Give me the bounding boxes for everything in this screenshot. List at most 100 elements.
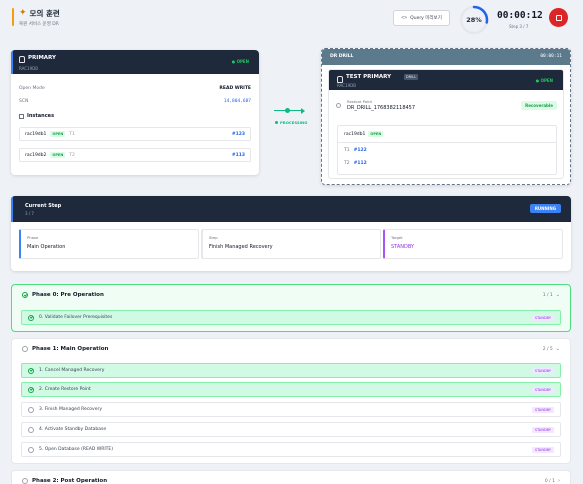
scn-row: SCN 14,804,687 — [19, 99, 251, 104]
query-preview-label: Query 미리보기 — [410, 16, 442, 21]
chevron-right-icon[interactable]: › — [558, 478, 560, 484]
dr-drill-label: DR DRILL — [330, 54, 354, 59]
thread-label: T2 — [344, 161, 350, 166]
phase-title: Phase 0: Pre Operation — [32, 292, 104, 298]
test-primary-card: TEST PRIMARY DRILL RAC19DB ● OPEN Restor… — [328, 69, 564, 179]
status-dot — [275, 121, 278, 124]
sparkle-icon: ✦ — [19, 8, 27, 18]
dr-instance-header: rac19db1 OPEN — [344, 131, 384, 137]
phase-title: Phase 2: Post Operation — [32, 478, 108, 484]
stop-icon — [555, 14, 562, 21]
step-detail-label: Step — [209, 235, 218, 240]
dr-thread-row: T1 #122 — [344, 148, 367, 153]
progress-ring: 28% — [458, 4, 490, 36]
phase-detail-label: Phase — [27, 235, 39, 240]
progress-percent: 28% — [466, 16, 482, 24]
test-primary-status: ● OPEN — [535, 78, 553, 83]
instance-row: rac19db1 OPEN T1 #123 — [19, 127, 251, 141]
task-label: 3. Finish Managed Recovery — [39, 407, 102, 412]
phase-title: Phase 1: Main Operation — [32, 346, 109, 352]
phase-count: 0 / 1 › — [545, 478, 560, 484]
target-detail-value: STANDBY — [391, 244, 415, 250]
arrow-right-icon — [301, 108, 305, 114]
instance-status: OPEN — [50, 131, 66, 137]
open-mode-row: Open Mode READ WRITE — [19, 86, 251, 91]
connector-dot — [285, 108, 290, 113]
chevron-down-icon[interactable]: ⌄ — [556, 292, 560, 298]
phase-2-section[interactable]: Phase 2: Post Operation 0 / 1 › — [11, 470, 571, 484]
thread-sequence: #112 — [353, 161, 367, 166]
circle-icon — [28, 446, 34, 453]
task-item[interactable]: 1. Cancel Managed Recovery STANDBY — [21, 363, 561, 378]
check-circle-icon — [28, 314, 34, 321]
phase-count-value: 2 / 5 — [542, 347, 553, 352]
task-label: 4. Activate Standby Database — [39, 427, 107, 432]
title-block: ✦ 모의 훈련 복원 서비스 운영 DR — [19, 8, 60, 28]
phase-count-value: 1 / 1 — [542, 293, 553, 298]
title-accent-bar — [12, 8, 14, 26]
instance-thread: T2 — [69, 152, 75, 158]
restore-point-radio[interactable] — [336, 103, 341, 108]
dr-thread-row: T2 #112 — [344, 161, 367, 166]
dr-instance-box: rac19db1 OPEN T1 #122 T2 #112 — [337, 125, 557, 175]
current-step-details: Phase Main Operation Step Finish Managed… — [19, 229, 563, 259]
instance-thread: T1 — [69, 131, 75, 137]
task-item[interactable]: 3. Finish Managed Recovery STANDBY — [21, 402, 561, 417]
circle-icon — [22, 478, 28, 484]
target-detail: Target STANDBY — [383, 229, 563, 259]
check-circle-icon — [22, 292, 28, 298]
dr-drill-header: DR DRILL 00:00:11 — [322, 49, 570, 65]
open-mode-value: READ WRITE — [219, 86, 251, 91]
grid-icon — [19, 113, 24, 119]
primary-card-header: PRIMARY RAC19DB ● OPEN — [11, 50, 259, 74]
phase-detail: Phase Main Operation — [19, 229, 199, 259]
circle-icon — [22, 346, 28, 352]
phase-header: Phase 2: Post Operation — [22, 478, 107, 484]
task-target-tag: STANDBY — [531, 406, 554, 413]
task-item[interactable]: 2. Create Restore Point STANDBY — [21, 382, 561, 397]
current-step-header: Current Step 3 / 7 RUNNING — [11, 196, 571, 222]
page-title: 모의 훈련 — [29, 9, 60, 18]
scn-label: SCN — [19, 99, 29, 104]
phase-header: Phase 1: Main Operation — [22, 346, 108, 352]
test-primary-name: TEST PRIMARY — [346, 74, 392, 80]
primary-db-card: PRIMARY RAC19DB ● OPEN Open Mode READ WR… — [11, 50, 259, 175]
circle-icon — [28, 406, 34, 413]
stop-button[interactable] — [549, 8, 568, 27]
task-label: 5. Open Database (READ WRITE) — [39, 447, 114, 452]
phase-count: 2 / 5 ⌄ — [543, 346, 560, 352]
instance-name: rac19db2 — [25, 152, 47, 158]
card-accent — [11, 196, 13, 222]
dr-drill-card: DR DRILL 00:00:11 TEST PRIMARY DRILL RAC… — [321, 48, 571, 185]
drill-tag: DRILL — [404, 74, 419, 80]
task-item[interactable]: 4. Activate Standby Database STANDBY — [21, 422, 561, 437]
open-mode-label: Open Mode — [19, 86, 45, 91]
phase-count-value: 0 / 1 — [544, 479, 555, 484]
task-target-tag: STANDBY — [531, 386, 554, 393]
instance-name: rac19db1 — [25, 131, 47, 137]
chevron-down-icon[interactable]: ⌄ — [556, 346, 560, 352]
test-primary-db-name: RAC19DB — [337, 83, 356, 88]
step-detail-value: Finish Managed Recovery — [209, 244, 273, 250]
phase-header: Phase 0: Pre Operation — [22, 292, 104, 298]
restore-point-label: Restore Point — [347, 99, 373, 104]
running-badge: RUNNING — [529, 204, 561, 213]
divider — [338, 142, 556, 143]
task-item[interactable]: 5. Open Database (READ WRITE) STANDBY — [21, 442, 561, 457]
phase-0-section[interactable]: Phase 0: Pre Operation 1 / 1 ⌄ 0. Validat… — [11, 284, 571, 332]
circle-icon — [28, 426, 34, 433]
processing-label: PROCESSING — [280, 120, 308, 125]
task-target-tag: STANDBY — [531, 446, 554, 453]
elapsed-timer: 00:00:12 — [497, 10, 543, 21]
processing-status: PROCESSING — [275, 120, 307, 125]
task-item[interactable]: 0. Validate Failover Prerequisites STAND… — [21, 310, 561, 325]
page-header: ✦ 모의 훈련 복원 서비스 운영 DR <> Query 미리보기 28% 0… — [0, 0, 583, 36]
task-label: 0. Validate Failover Prerequisites — [39, 315, 113, 320]
restore-point-value: DR_DRILL_1768382118457 — [347, 105, 416, 111]
phase-1-section[interactable]: Phase 1: Main Operation 2 / 5 ⌄ 1. Cancel… — [11, 338, 571, 464]
query-preview-button[interactable]: <> Query 미리보기 — [393, 10, 450, 26]
phase-count: 1 / 1 ⌄ — [543, 292, 560, 298]
phase-detail-value: Main Operation — [27, 244, 66, 250]
recoverable-badge: Recoverable — [521, 101, 557, 110]
dr-instance-name: rac19db1 — [344, 131, 366, 137]
